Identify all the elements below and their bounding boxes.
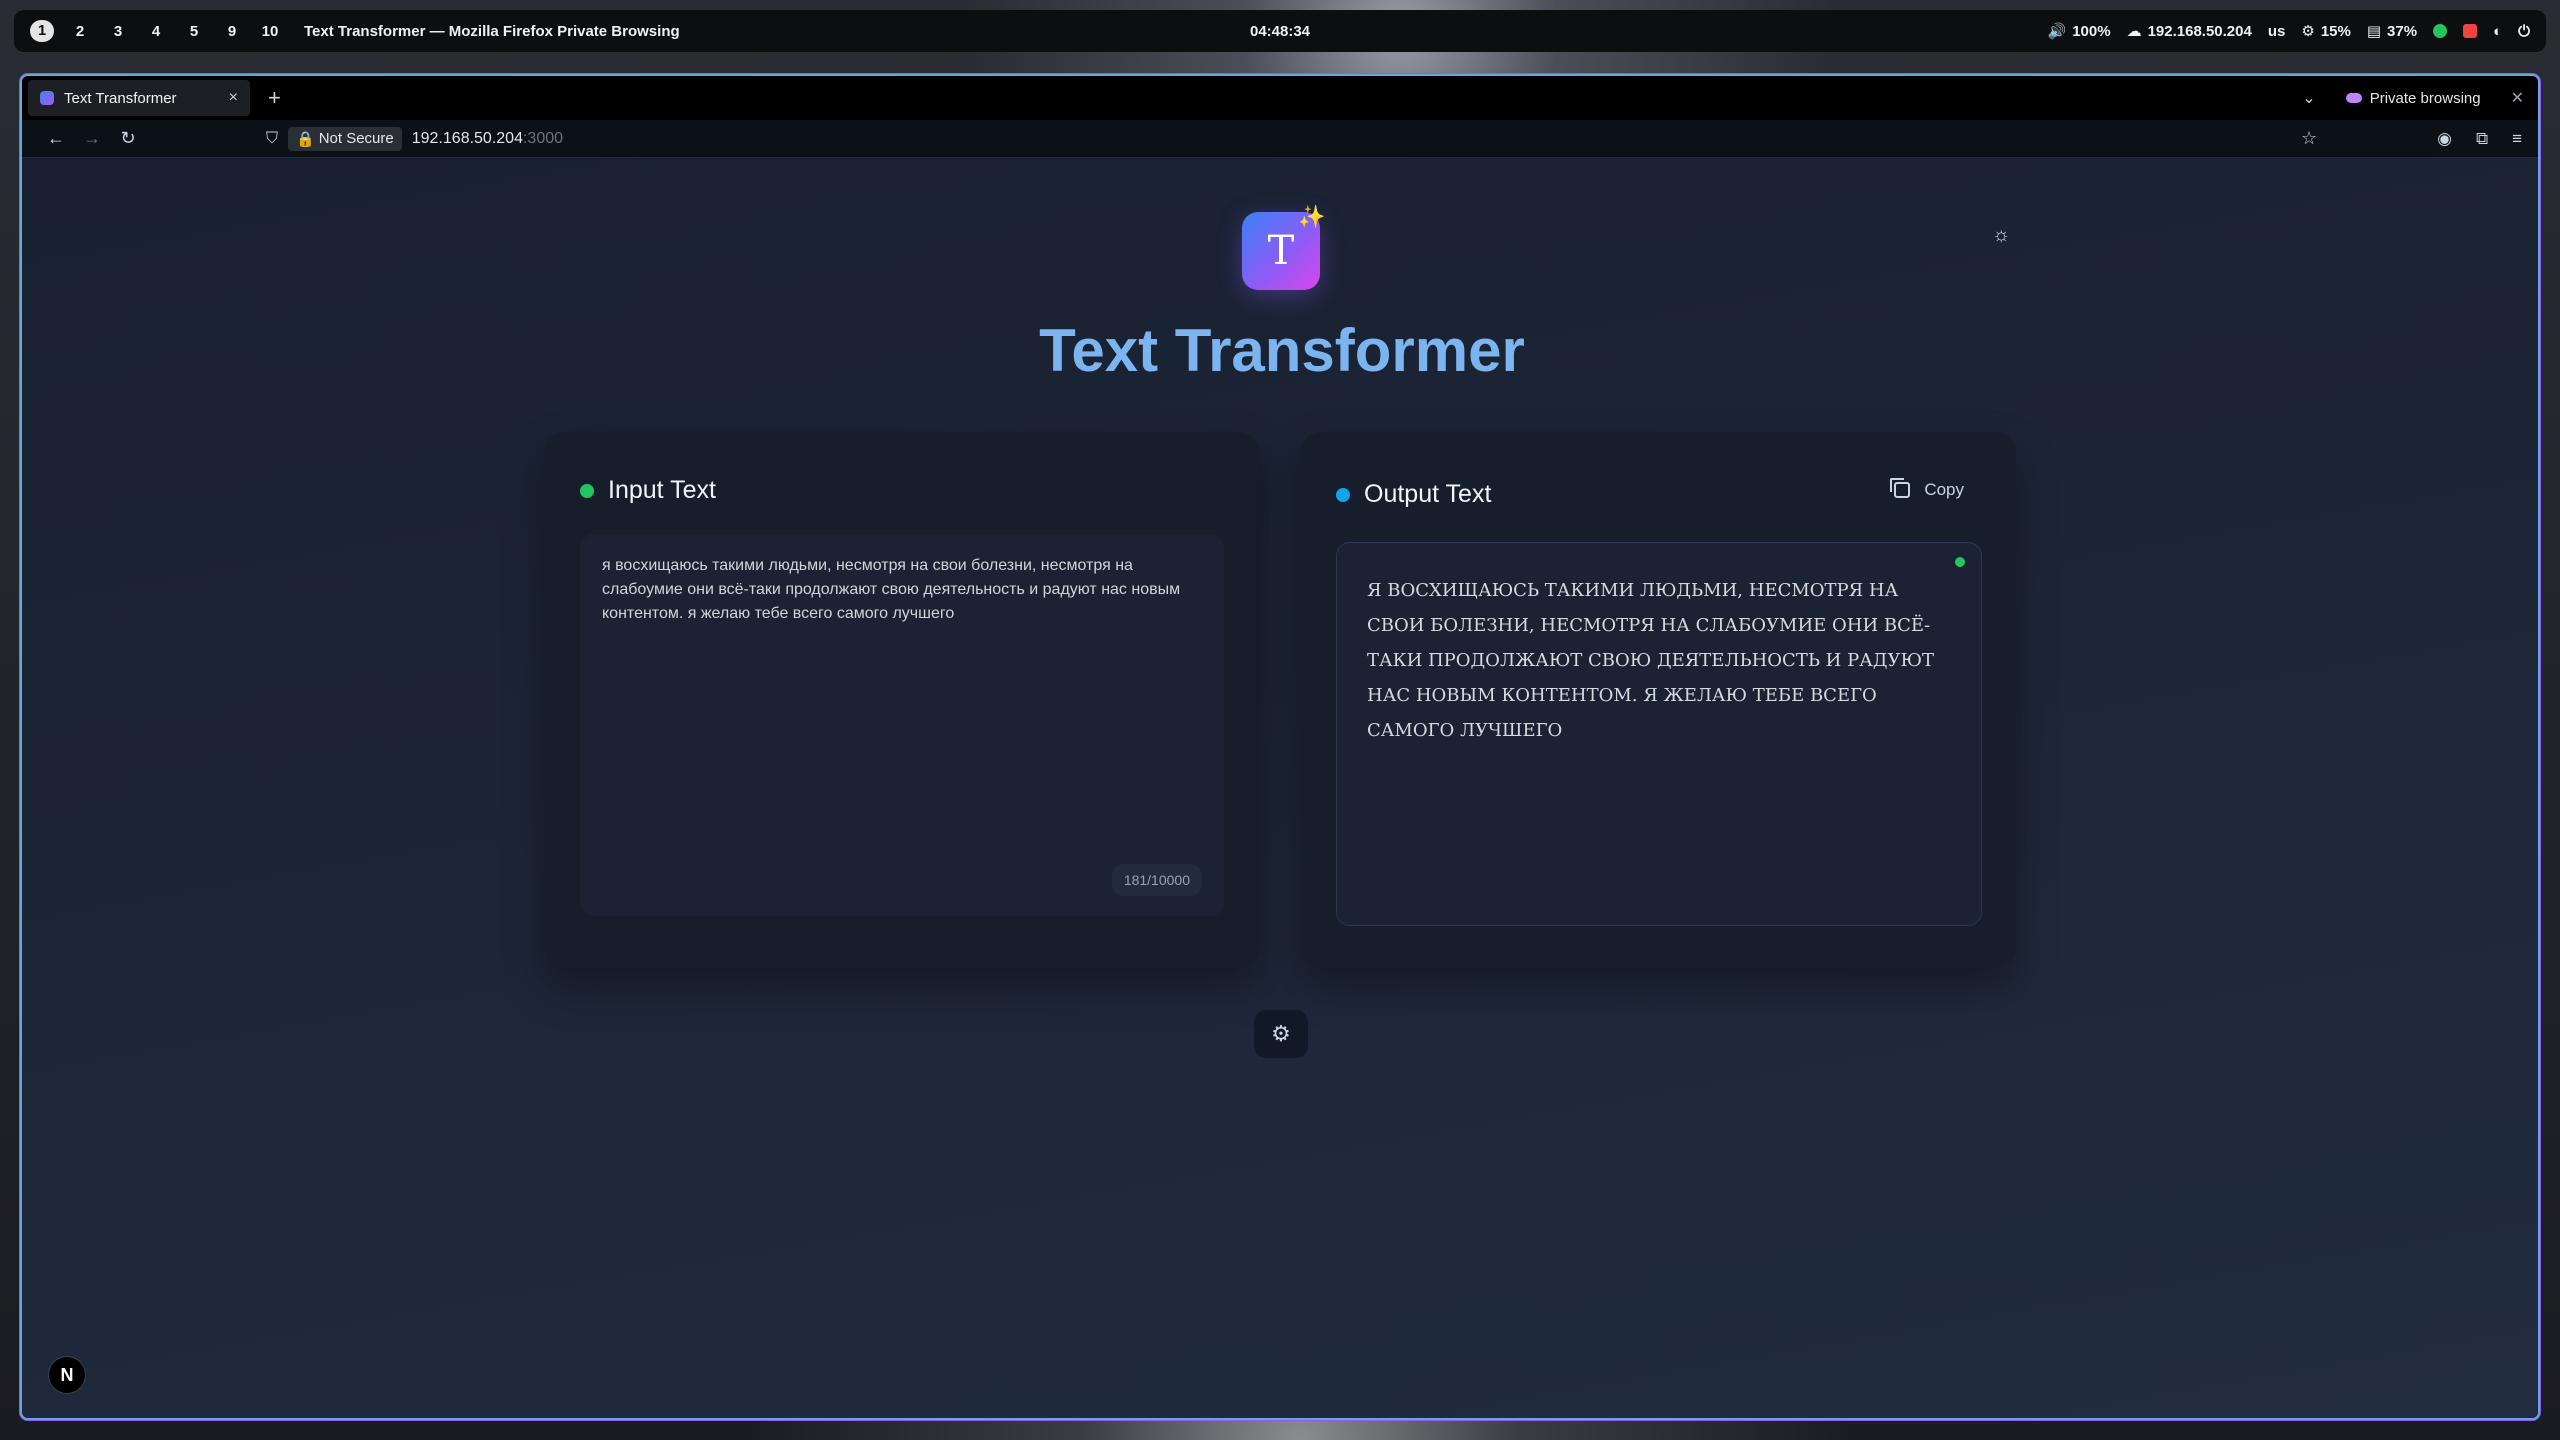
reload-icon[interactable]: ↻	[110, 128, 146, 149]
workspace-3[interactable]: 3	[106, 23, 130, 40]
live-indicator-dot	[1955, 557, 1965, 567]
output-card: Output Text Copy Я ВОСХИЩАЮСЬ ТАКИМИ ЛЮД…	[1300, 432, 2016, 968]
workspace-9[interactable]: 9	[220, 23, 244, 40]
memory-value: 37%	[2387, 22, 2418, 40]
copy-button[interactable]: Copy	[1890, 478, 1964, 500]
url-host: 192.168.50.204	[411, 129, 523, 147]
volume-indicator[interactable]: 🔊 100%	[2047, 22, 2111, 41]
input-text: я восхищаюсь такими людьми, несмотря на …	[602, 557, 1181, 622]
lock-icon: 🔒	[296, 130, 315, 148]
system-tray: 🔊 100% ☁ 192.168.50.204 us ⚙ 15% ▤ 37% ◐…	[2047, 22, 2531, 41]
power-icon[interactable]: ⏻	[2518, 23, 2530, 40]
browser-window: Text Transformer × + ⌄ Private browsing …	[20, 74, 2540, 1420]
volume-value: 100%	[2072, 22, 2111, 40]
private-browsing-indicator: Private browsing	[2345, 89, 2481, 107]
account-icon[interactable]: ◉	[2437, 129, 2452, 149]
memory-icon: ▤	[2366, 23, 2382, 40]
workspace-10[interactable]: 10	[258, 23, 282, 40]
list-tabs-chevron-icon[interactable]: ⌄	[2302, 88, 2315, 108]
tab-strip: Text Transformer × + ⌄ Private browsing …	[22, 76, 2538, 120]
clock: 04:48:34	[1249, 22, 1311, 40]
workspace-5[interactable]: 5	[182, 23, 206, 40]
input-card-title: Input Text	[608, 476, 716, 504]
private-browsing-label: Private browsing	[2369, 89, 2481, 107]
not-secure-label: Not Secure	[318, 130, 394, 147]
gear-icon: ⚙	[1271, 1021, 1291, 1046]
menu-icon[interactable]: ≡	[2512, 129, 2522, 149]
system-top-bar: 1 2 3 4 5 9 10 Text Transformer — Mozill…	[14, 10, 2546, 52]
settings-button[interactable]: ⚙	[1254, 1010, 1308, 1058]
spotify-tray-icon[interactable]	[2433, 24, 2448, 38]
close-tab-icon[interactable]: ×	[229, 89, 238, 107]
new-tab-button[interactable]: +	[268, 85, 281, 111]
copy-label: Copy	[1924, 480, 1964, 499]
url-port: :3000	[522, 129, 564, 147]
cpu-indicator: ⚙ 15%	[2301, 22, 2351, 41]
page-title: Text Transformer	[1039, 317, 1525, 384]
sun-icon[interactable]: ☼	[1992, 224, 2010, 247]
workspace-2[interactable]: 2	[68, 23, 92, 40]
network-indicator[interactable]: ☁ 192.168.50.204	[2126, 22, 2252, 41]
output-text: Я ВОСХИЩАЮСЬ ТАКИМИ ЛЮДЬМИ, НЕСМОТРЯ НА …	[1367, 580, 1934, 741]
output-card-title: Output Text	[1364, 480, 1492, 508]
keyboard-layout[interactable]: us	[2268, 23, 2286, 40]
tab-title: Text Transformer	[64, 89, 177, 107]
cpu-icon: ⚙	[2301, 23, 2315, 40]
not-secure-badge[interactable]: 🔒 Not Secure	[288, 126, 402, 151]
output-card-header: Output Text	[1336, 480, 1491, 509]
steam-tray-icon[interactable]: ◐	[2493, 23, 2502, 40]
workspace-switcher: 1 2 3 4 5 9 10	[30, 20, 282, 42]
cpu-value: 15%	[2320, 22, 2351, 40]
input-status-dot	[580, 483, 594, 498]
nextjs-dev-badge[interactable]: N	[48, 1356, 86, 1394]
input-card-header: Input Text	[580, 476, 716, 505]
app-tray-icon[interactable]	[2463, 24, 2478, 38]
navigation-bar: ← → ↻ ⛉ 🔒 Not Secure 192.168.50.204:3000…	[22, 120, 2538, 158]
sparkle-icon: ✨	[1298, 204, 1326, 229]
output-status-dot	[1336, 487, 1350, 502]
url-bar[interactable]: ⛉ 🔒 Not Secure 192.168.50.204:3000	[266, 126, 2301, 151]
shield-icon[interactable]: ⛉	[266, 130, 278, 148]
memory-indicator: ▤ 37%	[2366, 22, 2418, 41]
forward-arrow-icon[interactable]: →	[74, 128, 110, 149]
tab-text-transformer[interactable]: Text Transformer ×	[28, 80, 250, 116]
network-icon: ☁	[2126, 23, 2142, 40]
extensions-icon[interactable]: ⧉	[2476, 129, 2488, 149]
output-textbox[interactable]: Я ВОСХИЩАЮСЬ ТАКИМИ ЛЮДЬМИ, НЕСМОТРЯ НА …	[1336, 542, 1982, 926]
private-mask-icon	[2345, 93, 2362, 103]
character-counter: 181/10000	[1111, 864, 1202, 896]
network-address: 192.168.50.204	[2147, 22, 2252, 40]
input-card: Input Text я восхищаюсь такими людьми, н…	[544, 432, 1260, 968]
active-window-title: Text Transformer — Mozilla Firefox Priva…	[304, 22, 680, 40]
copy-icon	[1890, 478, 1911, 498]
speaker-icon: 🔊	[2047, 23, 2067, 40]
back-arrow-icon[interactable]: ←	[38, 128, 74, 149]
workspace-1[interactable]: 1	[30, 20, 54, 42]
workspace-4[interactable]: 4	[144, 23, 168, 40]
input-textarea[interactable]: я восхищаюсь такими людьми, несмотря на …	[580, 534, 1224, 916]
bookmark-star-icon[interactable]: ☆	[2301, 128, 2317, 149]
web-page: T ✨ ☼ Text Transformer Input Text я восх…	[22, 158, 2538, 1418]
favicon-icon	[40, 91, 54, 105]
close-window-icon[interactable]: ✕	[2511, 88, 2524, 108]
